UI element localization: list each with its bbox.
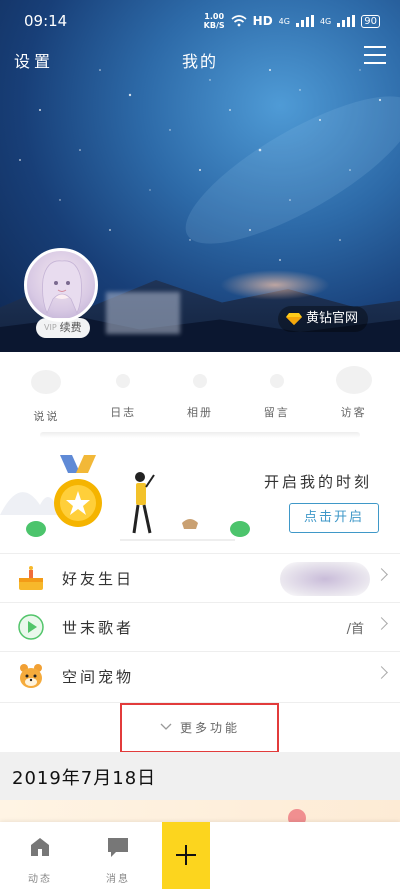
- vip-tag: VIP: [44, 323, 57, 332]
- network-speed: 1.00 KB/S: [204, 12, 225, 30]
- feed-date-header: 2019年7月18日: [0, 752, 400, 800]
- tab-messages-label: 消息: [106, 874, 130, 885]
- shortcut-talk[interactable]: 说说: [11, 352, 81, 438]
- tab-messages[interactable]: 消息: [78, 822, 158, 889]
- hamburger-menu-icon[interactable]: [364, 46, 386, 66]
- visitor-icon: [335, 366, 372, 394]
- birthday-cake-icon: [19, 566, 43, 590]
- feed-date: 2019年7月18日: [12, 768, 157, 789]
- shortcut-visitor[interactable]: 访客: [319, 352, 389, 438]
- open-moment-button[interactable]: 点击开启: [289, 503, 379, 533]
- divider-shadow: [40, 432, 360, 438]
- tab-feed-label: 动态: [28, 874, 52, 885]
- avatar-illustration: [42, 260, 82, 315]
- status-bar: 09:14 1.00 KB/S HD 4G 4G 90: [0, 0, 400, 36]
- chevron-right-icon: [375, 666, 388, 679]
- list-item-label: 好友生日: [62, 570, 135, 588]
- list-item-label: 世末歌者: [62, 619, 135, 637]
- battery-icon: 90: [361, 14, 380, 28]
- shortcut-blog[interactable]: 日志: [88, 352, 158, 438]
- vip-renew-badge[interactable]: VIP 续费: [36, 318, 90, 338]
- message-board-icon: [269, 374, 284, 388]
- blog-icon: [116, 374, 131, 388]
- wifi-icon: [231, 15, 247, 27]
- album-icon: [192, 374, 207, 388]
- birthday-preview-blur: [280, 562, 370, 596]
- banner-illustration: [0, 455, 250, 541]
- nickname-obscured: [106, 292, 180, 334]
- moment-banner[interactable]: 开启我的时刻 点击开启: [0, 445, 400, 553]
- highlight-box: [120, 703, 279, 753]
- shortcut-message-board[interactable]: 留言: [242, 352, 312, 438]
- shortcut-row: 说说 日志 相册 留言 访客: [0, 352, 400, 438]
- network-speed-unit: KB/S: [203, 21, 225, 30]
- shortcut-album[interactable]: 相册: [165, 352, 235, 438]
- list-item-label: 空间宠物: [62, 668, 135, 686]
- shortcut-label: 留言: [263, 406, 290, 419]
- tab-feed[interactable]: 动态: [0, 822, 80, 889]
- shortcut-label: 说说: [33, 410, 60, 423]
- shortcut-label: 相册: [186, 406, 213, 419]
- talk-icon: [31, 370, 62, 394]
- renew-label: 续费: [59, 321, 82, 334]
- play-icon: [18, 614, 44, 640]
- network-type-1: 4G: [278, 16, 290, 26]
- top-nav: 设置 我的: [0, 40, 400, 76]
- shortcut-label: 日志: [110, 406, 137, 419]
- yellow-diamond-label: 黄钻官网: [305, 311, 358, 326]
- feature-list: 好友生日 世末歌者 /首 空间宠物: [0, 553, 400, 700]
- page-title: 我的: [181, 52, 218, 71]
- pet-icon: [20, 664, 42, 688]
- message-icon: [108, 838, 128, 857]
- avatar[interactable]: [24, 248, 98, 322]
- list-item-music[interactable]: 世末歌者 /首: [0, 602, 400, 651]
- profile-page: 09:14 1.00 KB/S HD 4G 4G 90 设置 我的 VIP 续费…: [0, 0, 400, 889]
- sunset-glow: [220, 270, 330, 300]
- signal-icon-1: [295, 15, 314, 27]
- more-features-row[interactable]: 更多功能: [0, 702, 400, 753]
- shortcut-label: 访客: [340, 406, 367, 419]
- chevron-right-icon: [375, 617, 388, 630]
- chevron-right-icon: [375, 568, 388, 581]
- home-icon: [31, 838, 49, 856]
- add-post-button[interactable]: [162, 822, 210, 889]
- network-type-2: 4G: [319, 16, 332, 26]
- banner-title: 开启我的时刻: [264, 473, 373, 491]
- status-icons: 1.00 KB/S HD 4G 4G 90: [204, 12, 380, 30]
- list-item-pet[interactable]: 空间宠物: [0, 651, 400, 700]
- signal-icon-2: [337, 15, 356, 27]
- music-count: /首: [346, 622, 364, 637]
- list-item-friend-birthday[interactable]: 好友生日: [0, 553, 400, 602]
- diamond-icon: [285, 313, 302, 325]
- status-time: 09:14: [24, 12, 68, 30]
- network-speed-value: 1.00: [204, 12, 225, 21]
- yellow-diamond-button[interactable]: 黄钻官网: [277, 306, 368, 332]
- plus-icon-vertical: [185, 845, 187, 865]
- hd-indicator: HD: [252, 14, 273, 28]
